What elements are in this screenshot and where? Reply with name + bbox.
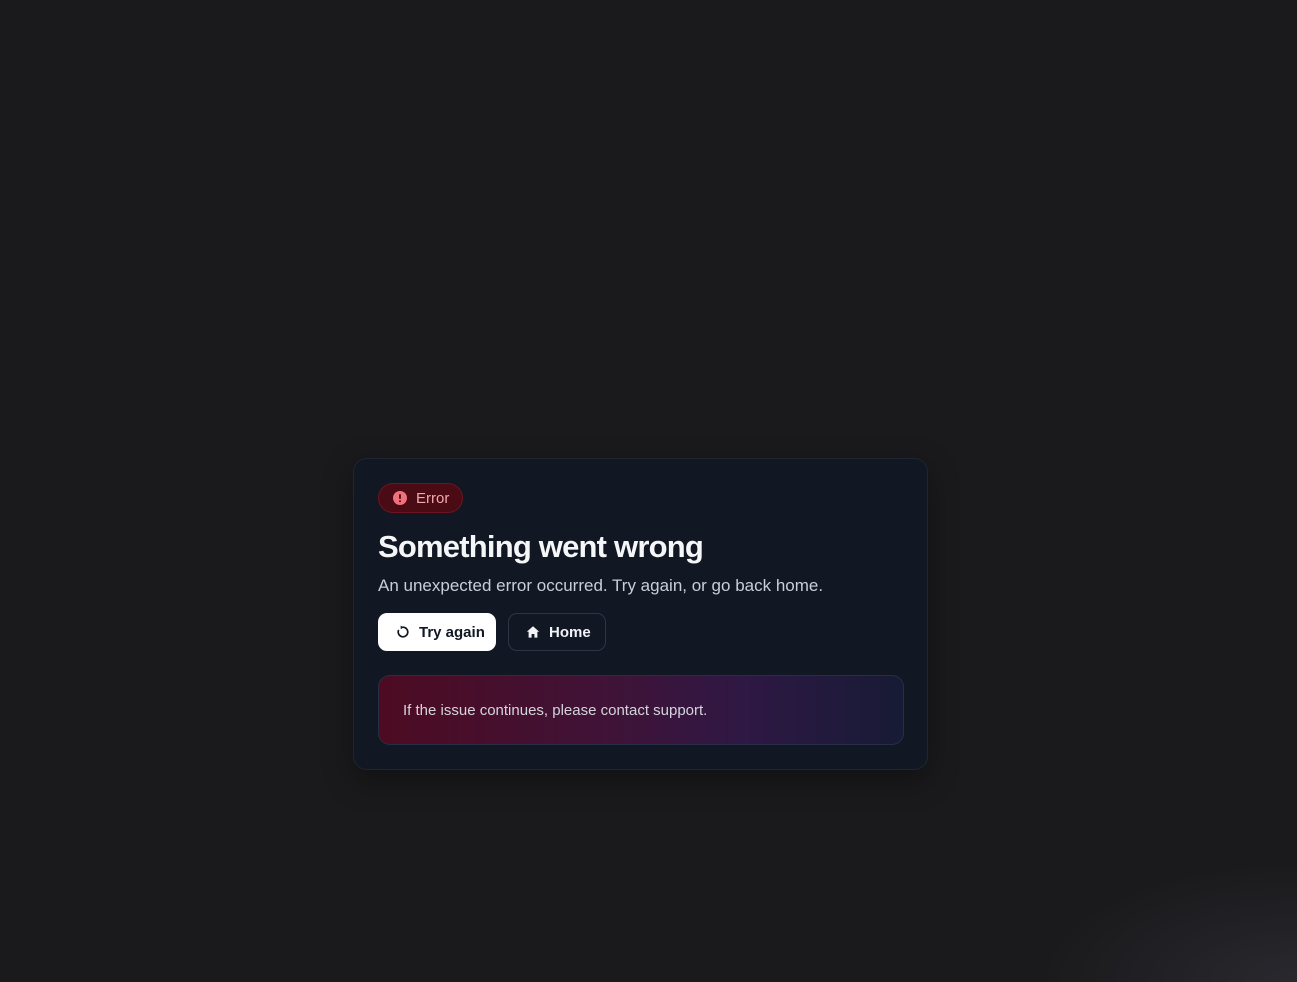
try-again-button[interactable]: Try again xyxy=(378,613,496,651)
home-icon xyxy=(526,625,540,639)
support-notice: If the issue continues, please contact s… xyxy=(378,675,904,745)
error-card: Error Something went wrong An unexpected… xyxy=(353,458,928,770)
alert-circle-icon xyxy=(393,491,407,505)
try-again-label: Try again xyxy=(419,623,485,641)
home-label: Home xyxy=(549,623,591,641)
error-badge-label: Error xyxy=(416,489,450,507)
error-message: An unexpected error occurred. Try again,… xyxy=(378,576,824,595)
support-notice-text: If the issue continues, please contact s… xyxy=(403,701,708,719)
error-badge: Error xyxy=(378,483,464,513)
refresh-icon xyxy=(396,625,410,639)
page-title: Something went wrong xyxy=(378,529,704,564)
home-button[interactable]: Home xyxy=(508,613,606,651)
